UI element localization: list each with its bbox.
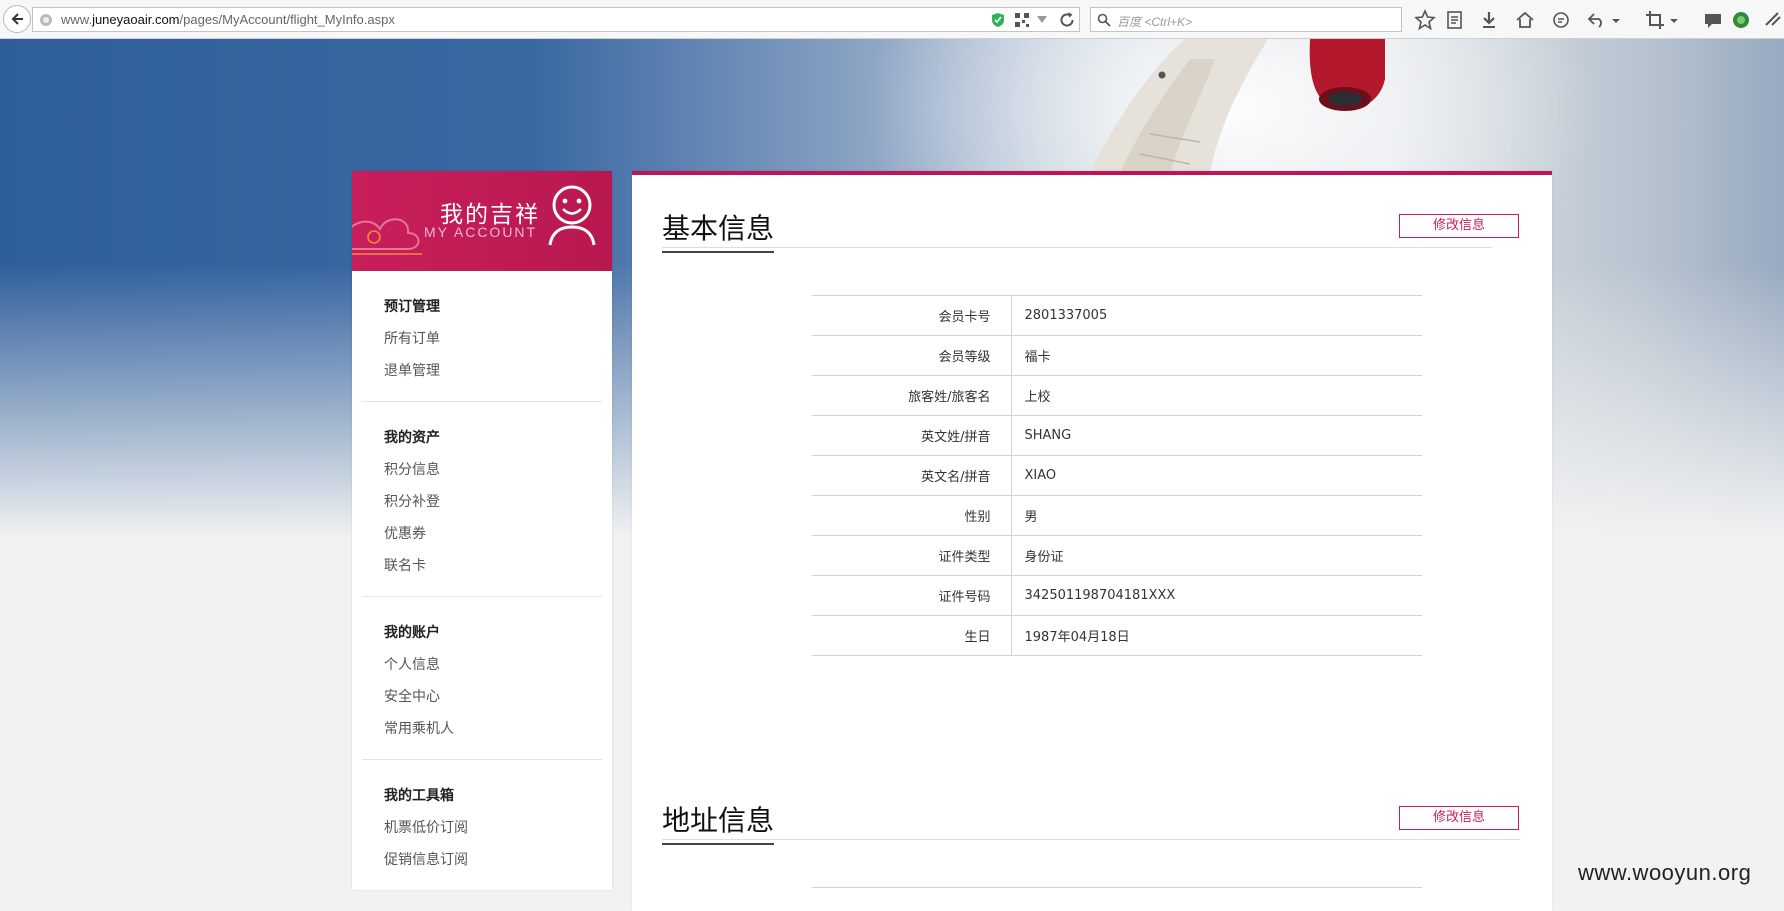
cloud-pattern-icon — [352, 218, 422, 255]
field-label: 生日 — [812, 615, 1012, 656]
download-icon[interactable] — [1478, 9, 1500, 31]
field-label: 证件类型 — [812, 535, 1012, 576]
search-bar[interactable]: 百度 <Ctrl+K> — [1090, 7, 1402, 32]
star-icon[interactable] — [1414, 9, 1436, 31]
table-row: 证件号码 342501198704181XXX — [812, 575, 1422, 616]
undo-dropdown-icon[interactable] — [1610, 9, 1622, 31]
crop-dropdown-icon[interactable] — [1668, 9, 1680, 31]
address-bar[interactable]: www.juneyaoair.com/pages/MyAccount/fligh… — [32, 7, 1080, 32]
field-label: 性别 — [812, 495, 1012, 536]
edit-address-info-button[interactable]: 修改信息 — [1399, 806, 1519, 830]
field-value: SHANG — [1011, 415, 1422, 456]
account-sidebar: 我的吉祥 MY ACCOUNT 预订管理 所有订单 退单管理 我的资产 积分信息… — [352, 171, 612, 890]
home-icon[interactable] — [1514, 9, 1536, 31]
search-icon — [1097, 13, 1111, 27]
dropdown-triangle-icon[interactable] — [1037, 16, 1047, 24]
nav-item-frequent-passengers[interactable]: 常用乘机人 — [384, 718, 454, 738]
field-value: XIAO — [1011, 455, 1422, 496]
nav-item-fare-alert[interactable]: 机票低价订阅 — [384, 817, 468, 837]
arrow-left-icon — [11, 13, 23, 25]
table-row: 英文名/拼音 XIAO — [812, 455, 1422, 496]
sidebar-header: 我的吉祥 MY ACCOUNT — [352, 171, 612, 271]
undo-icon[interactable] — [1586, 9, 1608, 31]
nav-divider — [362, 759, 602, 760]
table-row: 生日 1987年04月18日 — [812, 615, 1422, 656]
main-content-panel: 基本信息 修改信息 会员卡号 2801337005 会员等级 福卡 旅客姓/旅客… — [632, 171, 1552, 911]
field-value: 身份证 — [1011, 535, 1422, 576]
address-table-top-border — [812, 887, 1422, 888]
field-label: 会员等级 — [812, 335, 1012, 376]
back-button[interactable] — [3, 5, 31, 33]
table-row: 会员卡号 2801337005 — [812, 295, 1422, 336]
table-row: 性别 男 — [812, 495, 1422, 536]
table-row: 证件类型 身份证 — [812, 535, 1422, 576]
extension-icon[interactable] — [1730, 9, 1752, 31]
nav-divider — [362, 596, 602, 597]
nav-group-assets: 我的资产 — [384, 430, 440, 446]
table-row: 旅客姓/旅客名 上校 — [812, 375, 1422, 416]
message-icon[interactable] — [1702, 9, 1724, 31]
reload-icon[interactable] — [1056, 10, 1078, 30]
nav-item-points-claim[interactable]: 积分补登 — [384, 491, 440, 511]
field-label: 英文姓/拼音 — [812, 415, 1012, 456]
url-text[interactable]: www.juneyaoair.com/pages/MyAccount/fligh… — [61, 12, 395, 27]
table-row: 英文姓/拼音 SHANG — [812, 415, 1422, 456]
edit-basic-info-button[interactable]: 修改信息 — [1399, 214, 1519, 238]
shield-icon[interactable] — [991, 12, 1005, 28]
nav-item-refund-management[interactable]: 退单管理 — [384, 360, 440, 380]
nav-item-security-center[interactable]: 安全中心 — [384, 686, 440, 706]
more-tools-icon[interactable] — [1762, 9, 1784, 31]
field-value: 2801337005 — [1011, 295, 1422, 336]
nav-group-account: 我的账户 — [384, 625, 440, 641]
nav-item-personal-info[interactable]: 个人信息 — [384, 654, 440, 674]
smiley-face-icon — [548, 185, 596, 246]
nav-group-booking: 预订管理 — [384, 299, 440, 315]
field-label: 会员卡号 — [812, 295, 1012, 336]
field-value: 福卡 — [1011, 335, 1422, 376]
nav-item-coupons[interactable]: 优惠券 — [384, 523, 426, 543]
watermark-text: www.wooyun.org — [1578, 860, 1752, 885]
field-value: 342501198704181XXX — [1011, 575, 1422, 616]
nav-group-toolbox: 我的工具箱 — [384, 788, 454, 804]
field-label: 旅客姓/旅客名 — [812, 375, 1012, 416]
nav-divider — [362, 401, 602, 402]
crop-icon[interactable] — [1644, 9, 1666, 31]
sidebar-subtitle: MY ACCOUNT — [424, 224, 538, 240]
section-divider — [662, 839, 1520, 840]
search-placeholder: 百度 <Ctrl+K> — [1117, 15, 1193, 29]
field-label: 证件号码 — [812, 575, 1012, 616]
chat-icon[interactable] — [1550, 9, 1572, 31]
qr-code-icon[interactable] — [1015, 13, 1029, 27]
nav-item-promo-subscription[interactable]: 促销信息订阅 — [384, 849, 468, 869]
airplane-image — [1090, 39, 1385, 173]
field-value: 1987年04月18日 — [1011, 615, 1422, 656]
nav-item-all-orders[interactable]: 所有订单 — [384, 328, 440, 348]
section-divider — [662, 247, 1492, 248]
nav-item-points-info[interactable]: 积分信息 — [384, 459, 440, 479]
table-row: 会员等级 福卡 — [812, 335, 1422, 376]
globe-icon — [40, 14, 52, 26]
field-value: 上校 — [1011, 375, 1422, 416]
basic-info-table: 会员卡号 2801337005 会员等级 福卡 旅客姓/旅客名 上校 英文姓/拼… — [812, 295, 1422, 656]
browser-toolbar: www.juneyaoair.com/pages/MyAccount/fligh… — [0, 0, 1784, 39]
reading-list-icon[interactable] — [1444, 9, 1466, 31]
nav-item-co-branded-card[interactable]: 联名卡 — [384, 555, 426, 575]
field-value: 男 — [1011, 495, 1422, 536]
field-label: 英文名/拼音 — [812, 455, 1012, 496]
